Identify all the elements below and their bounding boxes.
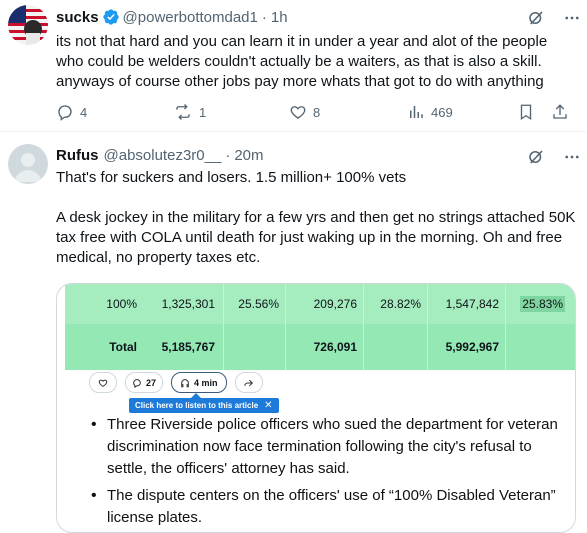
- handle[interactable]: @powerbottomdad1: [123, 9, 258, 26]
- post-text: its not that hard and you can learn it i…: [56, 33, 548, 90]
- list-item: Three Riverside police officers who sued…: [89, 414, 567, 480]
- separator: ·: [261, 8, 267, 26]
- bookmark-icon[interactable]: [517, 103, 535, 121]
- list-item: The dispute centers on the officers' use…: [89, 485, 567, 529]
- comment-icon: [133, 378, 141, 388]
- table-cell: 28.82%: [380, 297, 421, 311]
- tooltip-text: Click here to listen to this article: [135, 401, 259, 410]
- table-cell: 25.56%: [238, 297, 279, 311]
- table-cell: 1,547,842: [445, 297, 499, 311]
- table-cell: 726,091: [313, 340, 357, 354]
- like-button[interactable]: 8: [289, 103, 407, 121]
- reply-icon: [58, 105, 72, 121]
- highlighted-value: 25.83%: [520, 296, 565, 312]
- reply-count: 4: [80, 104, 88, 120]
- timestamp[interactable]: 1h: [271, 9, 288, 26]
- listen-tooltip[interactable]: Click here to listen to this article ✕: [129, 393, 279, 413]
- grok-icon[interactable]: [527, 9, 545, 27]
- close-icon[interactable]: ✕: [264, 400, 272, 411]
- article-toolbar: 27 4 min: [89, 372, 263, 393]
- repost-icon: [176, 104, 190, 120]
- table-row: 100% 1,325,301 25.56% 209,276 28.82% 1,5…: [65, 284, 575, 324]
- table-cell: [357, 324, 421, 370]
- stats-table: 100% 1,325,301 25.56% 209,276 28.82% 1,5…: [65, 284, 575, 370]
- reply-button[interactable]: 4: [56, 103, 173, 121]
- post-sucks[interactable]: sucks @powerbottomdad1 · 1h its not that…: [0, 0, 587, 132]
- article-bullets: Three Riverside police officers who sued…: [89, 414, 567, 532]
- table-cell: [499, 324, 565, 370]
- table-cell: 5,185,767: [161, 340, 215, 354]
- article-share-button[interactable]: [234, 372, 263, 393]
- avatar-placeholder[interactable]: [8, 144, 48, 184]
- view-count: 469: [431, 104, 453, 120]
- heart-icon: [98, 379, 108, 387]
- table-cell: Total: [109, 340, 137, 354]
- avatar[interactable]: [8, 5, 48, 45]
- comment-count: 27: [146, 377, 157, 388]
- display-name[interactable]: sucks: [56, 9, 99, 26]
- table-cell: [215, 324, 279, 370]
- more-options-icon[interactable]: [563, 148, 581, 166]
- display-name[interactable]: Rufus: [56, 147, 99, 164]
- verified-badge-icon: [102, 9, 119, 25]
- heart-icon: [290, 106, 306, 119]
- table-cell: 100%: [106, 297, 137, 311]
- share-arrow-icon: [244, 379, 253, 386]
- attached-image[interactable]: 100% 1,325,301 25.56% 209,276 28.82% 1,5…: [56, 283, 576, 533]
- table-row-total: Total 5,185,767 726,091 5,992,967: [65, 324, 575, 370]
- share-icon[interactable]: [551, 103, 569, 121]
- headphones-icon: [181, 378, 189, 387]
- table-cell: 209,276: [313, 297, 357, 311]
- views-icon: [410, 106, 423, 118]
- views-button[interactable]: 469: [407, 103, 517, 121]
- more-options-icon[interactable]: [563, 9, 581, 27]
- table-cell-highlighted: 25.83%: [499, 284, 565, 324]
- listen-duration: 4 min: [194, 377, 218, 388]
- handle[interactable]: @absolutez3r0__: [104, 147, 222, 164]
- listen-button[interactable]: 4 min: [171, 372, 227, 393]
- article-comments-button[interactable]: 27: [125, 372, 164, 393]
- table-cell: 1,325,301: [161, 297, 215, 311]
- repost-button[interactable]: 1: [173, 103, 289, 121]
- table-cell: 5,992,967: [445, 340, 499, 354]
- separator: ·: [225, 147, 231, 164]
- like-count: 8: [313, 104, 321, 120]
- timestamp[interactable]: 20m: [234, 147, 263, 164]
- repost-count: 1: [199, 104, 207, 120]
- post-paragraph-1: That's for suckers and losers. 1.5 milli…: [56, 169, 407, 186]
- post-paragraph-2: A desk jockey in the military for a few …: [56, 209, 576, 266]
- grok-icon[interactable]: [527, 148, 545, 166]
- article-like-button[interactable]: [89, 372, 117, 393]
